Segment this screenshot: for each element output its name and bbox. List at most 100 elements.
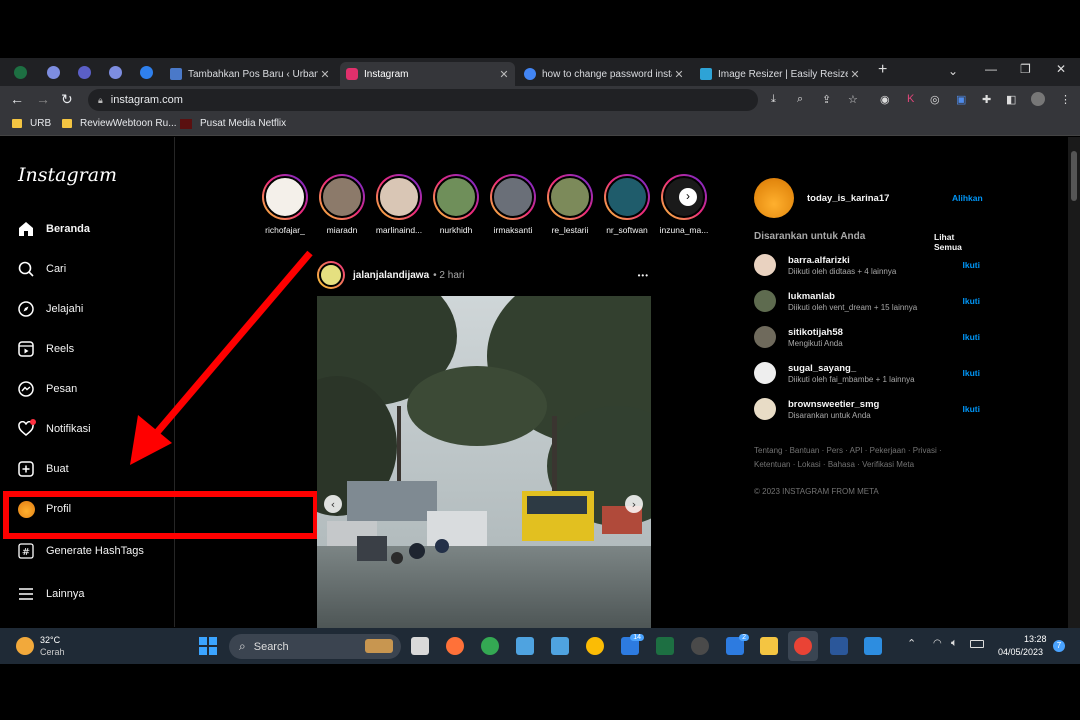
close-window-button[interactable]: ✕ (1056, 62, 1066, 76)
suggestion-username[interactable]: barra.alfarizki (788, 255, 896, 266)
suggestion-username[interactable]: lukmanlab (788, 291, 917, 302)
maximize-button[interactable]: ❐ (1020, 62, 1031, 76)
post-avatar[interactable] (317, 261, 345, 289)
tab-instagram[interactable]: Instagram ✕ (340, 62, 515, 86)
suggestion-username[interactable]: sugal_sayang_ (788, 363, 915, 374)
footer-links[interactable]: Ketentuan · Lokasi · Bahasa · Verifikasi… (754, 458, 914, 472)
suggestion-username[interactable]: sitikotijah58 (788, 327, 843, 338)
forward-icon[interactable]: → (36, 91, 50, 107)
notepad-icon[interactable] (551, 637, 569, 655)
mail-icon[interactable]: 2 (726, 634, 749, 655)
clock-date[interactable]: 04/05/2023 (998, 647, 1043, 657)
bookmark-netflix[interactable]: Pusat Media Netflix (180, 118, 286, 129)
chrome-profile-icon[interactable] (586, 637, 604, 655)
pinned-tab[interactable] (140, 66, 153, 79)
snipping-tool-icon[interactable] (411, 637, 429, 655)
nav-reels[interactable]: Reels (17, 340, 74, 358)
instagram-logo[interactable]: Instagram (18, 164, 117, 186)
extension-k-icon[interactable]: K (907, 93, 914, 105)
account-username[interactable]: today_is_karina17 (807, 193, 889, 204)
follow-button[interactable]: Ikuti (963, 368, 980, 378)
account-avatar[interactable] (754, 178, 794, 218)
nav-jelajahi[interactable]: Jelajahi (17, 300, 83, 318)
install-icon[interactable]: ⤓ (771, 93, 776, 106)
story-item[interactable]: richofajar_ (257, 174, 313, 235)
kebab-menu-icon[interactable]: ⋮ (1060, 93, 1071, 106)
bookmark-reviewwebtoon[interactable]: ReviewWebtoon Ru... (62, 118, 177, 129)
new-tab-button[interactable]: + (878, 61, 887, 79)
app-icon[interactable] (691, 637, 709, 655)
follow-button[interactable]: Ikuti (963, 332, 980, 342)
mail-app-icon[interactable]: 14 (621, 634, 644, 655)
nav-beranda[interactable]: Beranda (17, 220, 90, 238)
close-icon[interactable]: ✕ (672, 68, 686, 81)
profile-avatar[interactable] (1031, 92, 1045, 106)
close-icon[interactable]: ✕ (318, 68, 332, 81)
nav-generate-hashtags[interactable]: # Generate HashTags (17, 542, 144, 560)
windows-start-icon[interactable] (199, 637, 217, 655)
close-icon[interactable]: ✕ (497, 68, 511, 81)
sidepanel-icon[interactable]: ◧ (1006, 93, 1016, 106)
nav-notifikasi[interactable]: Notifikasi (17, 419, 91, 438)
translate-icon[interactable]: ▣ (956, 93, 966, 106)
firefox-icon[interactable] (446, 637, 464, 655)
file-explorer-icon[interactable] (760, 637, 778, 655)
story-item[interactable]: miaradn (314, 174, 370, 235)
story-item[interactable]: nr_softwan (599, 174, 655, 235)
minimize-button[interactable]: — (985, 62, 997, 76)
excel-icon[interactable] (656, 637, 674, 655)
post-more-icon[interactable]: ••• (638, 271, 649, 280)
pinned-tab[interactable] (47, 66, 60, 79)
chrome-active-icon[interactable] (794, 637, 812, 655)
clock-time[interactable]: 13:28 (1024, 634, 1047, 644)
post-image[interactable]: ‹ › (317, 296, 651, 628)
extensions-puzzle-icon[interactable]: ✚ (982, 93, 991, 106)
pinned-tab[interactable] (109, 66, 122, 79)
story-item[interactable]: irmaksanti (485, 174, 541, 235)
tab-google[interactable]: how to change password insta ✕ (518, 62, 690, 86)
tab-wordpress[interactable]: Tambahkan Pos Baru ‹ Urband ✕ (164, 62, 336, 86)
scrollbar[interactable] (1068, 137, 1080, 628)
suggestion-avatar[interactable] (754, 398, 776, 420)
extension-icon[interactable]: ◎ (930, 93, 940, 106)
follow-button[interactable]: Ikuti (963, 296, 980, 306)
teams-pinned-tab[interactable] (78, 66, 91, 79)
nav-lainnya[interactable]: Lainnya (17, 585, 85, 603)
chevron-up-icon[interactable]: ⌃ (907, 637, 916, 650)
follow-button[interactable]: Ikuti (963, 404, 980, 414)
nav-cari[interactable]: Cari (17, 260, 66, 278)
stories-next-icon[interactable]: › (679, 188, 697, 206)
suggestion-avatar[interactable] (754, 290, 776, 312)
story-item[interactable]: nurkhidh (428, 174, 484, 235)
excel-pinned-tab[interactable] (14, 66, 27, 79)
story-item[interactable]: re_lestarii (542, 174, 598, 235)
weather-icon[interactable] (16, 637, 34, 655)
bookmark-urb[interactable]: URB (12, 118, 51, 129)
battery-icon[interactable] (970, 640, 984, 648)
suggestion-avatar[interactable] (754, 362, 776, 384)
address-bar[interactable]: 🔒︎ instagram.com (88, 89, 758, 111)
back-icon[interactable]: ← (10, 91, 24, 107)
footer-links[interactable]: Tentang · Bantuan · Pers · API · Pekerja… (754, 444, 942, 458)
switch-account-link[interactable]: Alihkan (952, 193, 983, 203)
suggestion-avatar[interactable] (754, 254, 776, 276)
nav-pesan[interactable]: Pesan (17, 380, 77, 398)
reload-icon[interactable]: ↻ (61, 91, 73, 108)
store-icon[interactable] (516, 637, 534, 655)
tab-image-resizer[interactable]: Image Resizer | Easily Resize Im ✕ (694, 62, 866, 86)
wifi-icon[interactable]: ◠ (933, 638, 942, 649)
follow-button[interactable]: Ikuti (963, 260, 980, 270)
word-icon[interactable] (830, 637, 848, 655)
chrome-icon[interactable] (481, 637, 499, 655)
notification-badge[interactable]: 7 (1053, 640, 1065, 652)
scrollbar-thumb[interactable] (1071, 151, 1077, 201)
post-username[interactable]: jalanjalandijawa (353, 270, 429, 281)
bookmark-star-icon[interactable]: ☆ (848, 93, 858, 106)
suggestion-username[interactable]: brownsweetier_smg (788, 399, 879, 410)
volume-icon[interactable]: 🔈︎ (951, 637, 958, 650)
tab-search-icon[interactable]: ⌄ (948, 64, 958, 78)
taskbar-search[interactable]: ⌕ Search (229, 634, 401, 659)
see-all-link[interactable]: Lihat Semua (934, 232, 984, 252)
suggestion-avatar[interactable] (754, 326, 776, 348)
extension-icon[interactable]: ◉ (880, 93, 890, 106)
